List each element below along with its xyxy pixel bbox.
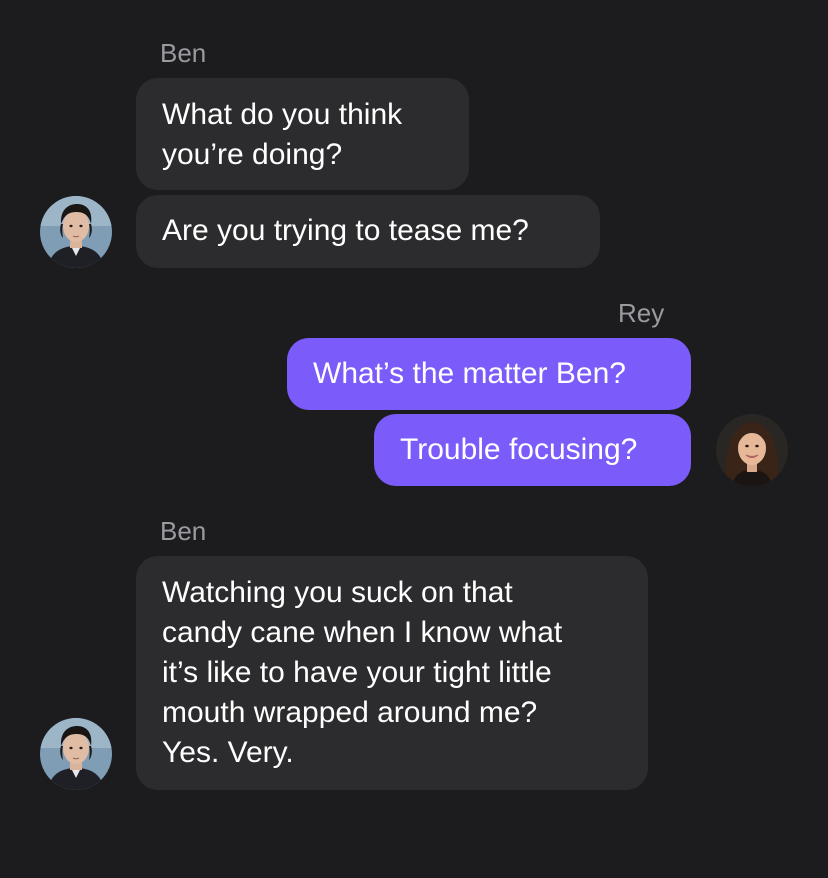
sender-name-ben: Ben: [160, 516, 207, 546]
message-bubble[interactable]: What’s the matter Ben?: [287, 338, 691, 410]
avatar-ben[interactable]: [40, 196, 112, 268]
sender-name-rey: Rey: [618, 298, 665, 328]
person-avatar-icon: [716, 414, 788, 486]
message-bubble[interactable]: What do you think you’re doing?: [136, 78, 469, 190]
person-avatar-icon: [40, 196, 112, 268]
message-bubble[interactable]: Watching you suck on that candy cane whe…: [136, 556, 648, 790]
person-avatar-icon: [40, 718, 112, 790]
avatar-rey[interactable]: [716, 414, 788, 486]
message-bubble[interactable]: Trouble focusing?: [374, 414, 691, 486]
message-bubble[interactable]: Are you trying to tease me?: [136, 195, 600, 268]
avatar-ben[interactable]: [40, 718, 112, 790]
sender-name-ben: Ben: [160, 38, 207, 68]
